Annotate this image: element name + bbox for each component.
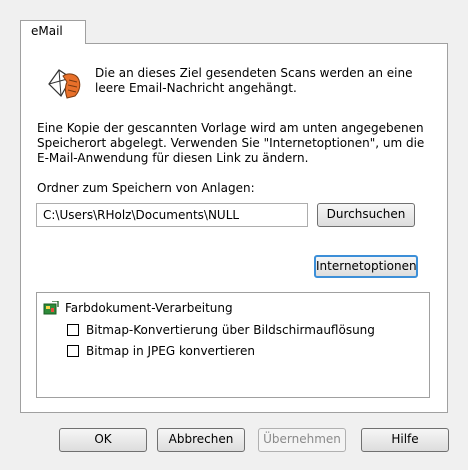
option-bitmap-jpeg[interactable]: Bitmap in JPEG konvertieren (67, 344, 255, 358)
folder-label: Ordner zum Speichern von Anlagen: (37, 181, 255, 195)
description-text: Eine Kopie der gescannten Vorlage wird a… (37, 121, 425, 165)
option-bitmap-resolution-label: Bitmap-Konvertierung über Bildschirmaufl… (86, 323, 375, 337)
help-button[interactable]: Hilfe (361, 428, 449, 452)
email-attachment-icon (45, 66, 85, 102)
tab-email[interactable]: eMail (20, 20, 86, 44)
color-processing-root: Farbdokument-Verarbeitung (43, 300, 233, 315)
color-processing-group: Farbdokument-Verarbeitung Bitmap-Konvert… (36, 292, 430, 398)
internet-options-button[interactable]: Internetoptionen (314, 255, 418, 278)
apply-button[interactable]: Übernehmen (258, 428, 346, 452)
intro-text: Die an dieses Ziel gesendeten Scans werd… (95, 66, 413, 95)
option-bitmap-resolution[interactable]: Bitmap-Konvertierung über Bildschirmaufl… (67, 323, 375, 337)
checkbox-bitmap-jpeg[interactable] (67, 345, 79, 357)
option-bitmap-jpeg-label: Bitmap in JPEG konvertieren (86, 344, 255, 358)
color-document-icon (43, 300, 59, 315)
folder-path-input[interactable] (36, 203, 308, 227)
cancel-button[interactable]: Abbrechen (157, 428, 245, 452)
checkbox-bitmap-resolution[interactable] (67, 324, 79, 336)
browse-button[interactable]: Durchsuchen (317, 203, 415, 227)
color-processing-label: Farbdokument-Verarbeitung (65, 301, 233, 315)
ok-button[interactable]: OK (59, 428, 147, 452)
